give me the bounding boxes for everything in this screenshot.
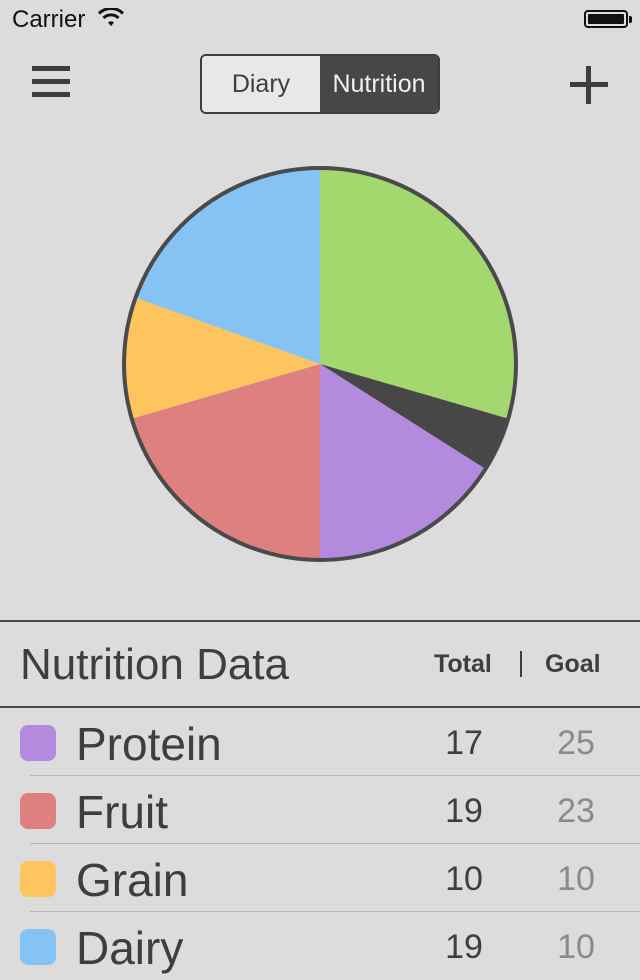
- status-bar: Carrier: [0, 0, 640, 40]
- row-name: Protein: [76, 718, 222, 770]
- menu-button[interactable]: [32, 66, 70, 102]
- row-total: 17: [445, 724, 483, 762]
- table-row[interactable]: Fruit 19 23: [0, 776, 640, 844]
- table-row[interactable]: Grain 10 10: [0, 844, 640, 912]
- carrier-label: Carrier: [12, 6, 86, 33]
- row-total: 19: [445, 928, 483, 966]
- table-row[interactable]: Dairy 19 10: [0, 912, 640, 980]
- row-goal: 10: [557, 860, 595, 898]
- row-name: Dairy: [76, 922, 184, 974]
- view-segmented-control[interactable]: Diary Nutrition: [200, 54, 440, 114]
- row-total: 19: [445, 792, 483, 830]
- row-name: Fruit: [76, 786, 168, 838]
- segment-diary[interactable]: Diary: [202, 56, 320, 112]
- nutrition-pie-chart: [122, 166, 518, 562]
- table-top-divider: [0, 620, 640, 622]
- row-name: Grain: [76, 854, 189, 906]
- battery-icon: [584, 10, 632, 28]
- row-goal: 10: [557, 928, 595, 966]
- row-goal: 25: [557, 724, 595, 762]
- add-button[interactable]: [570, 66, 608, 104]
- row-total: 10: [445, 860, 483, 898]
- color-swatch: [20, 725, 56, 761]
- color-swatch: [20, 861, 56, 897]
- row-goal: 23: [557, 792, 595, 830]
- table-title: Nutrition Data: [20, 640, 290, 689]
- color-swatch: [20, 793, 56, 829]
- table-row[interactable]: Protein 17 25: [0, 708, 640, 776]
- column-header-goal: Goal: [545, 650, 601, 678]
- column-header-total: Total: [434, 650, 492, 678]
- column-separator: [520, 651, 522, 677]
- wifi-icon: [98, 8, 124, 26]
- segment-nutrition[interactable]: Nutrition: [320, 56, 438, 112]
